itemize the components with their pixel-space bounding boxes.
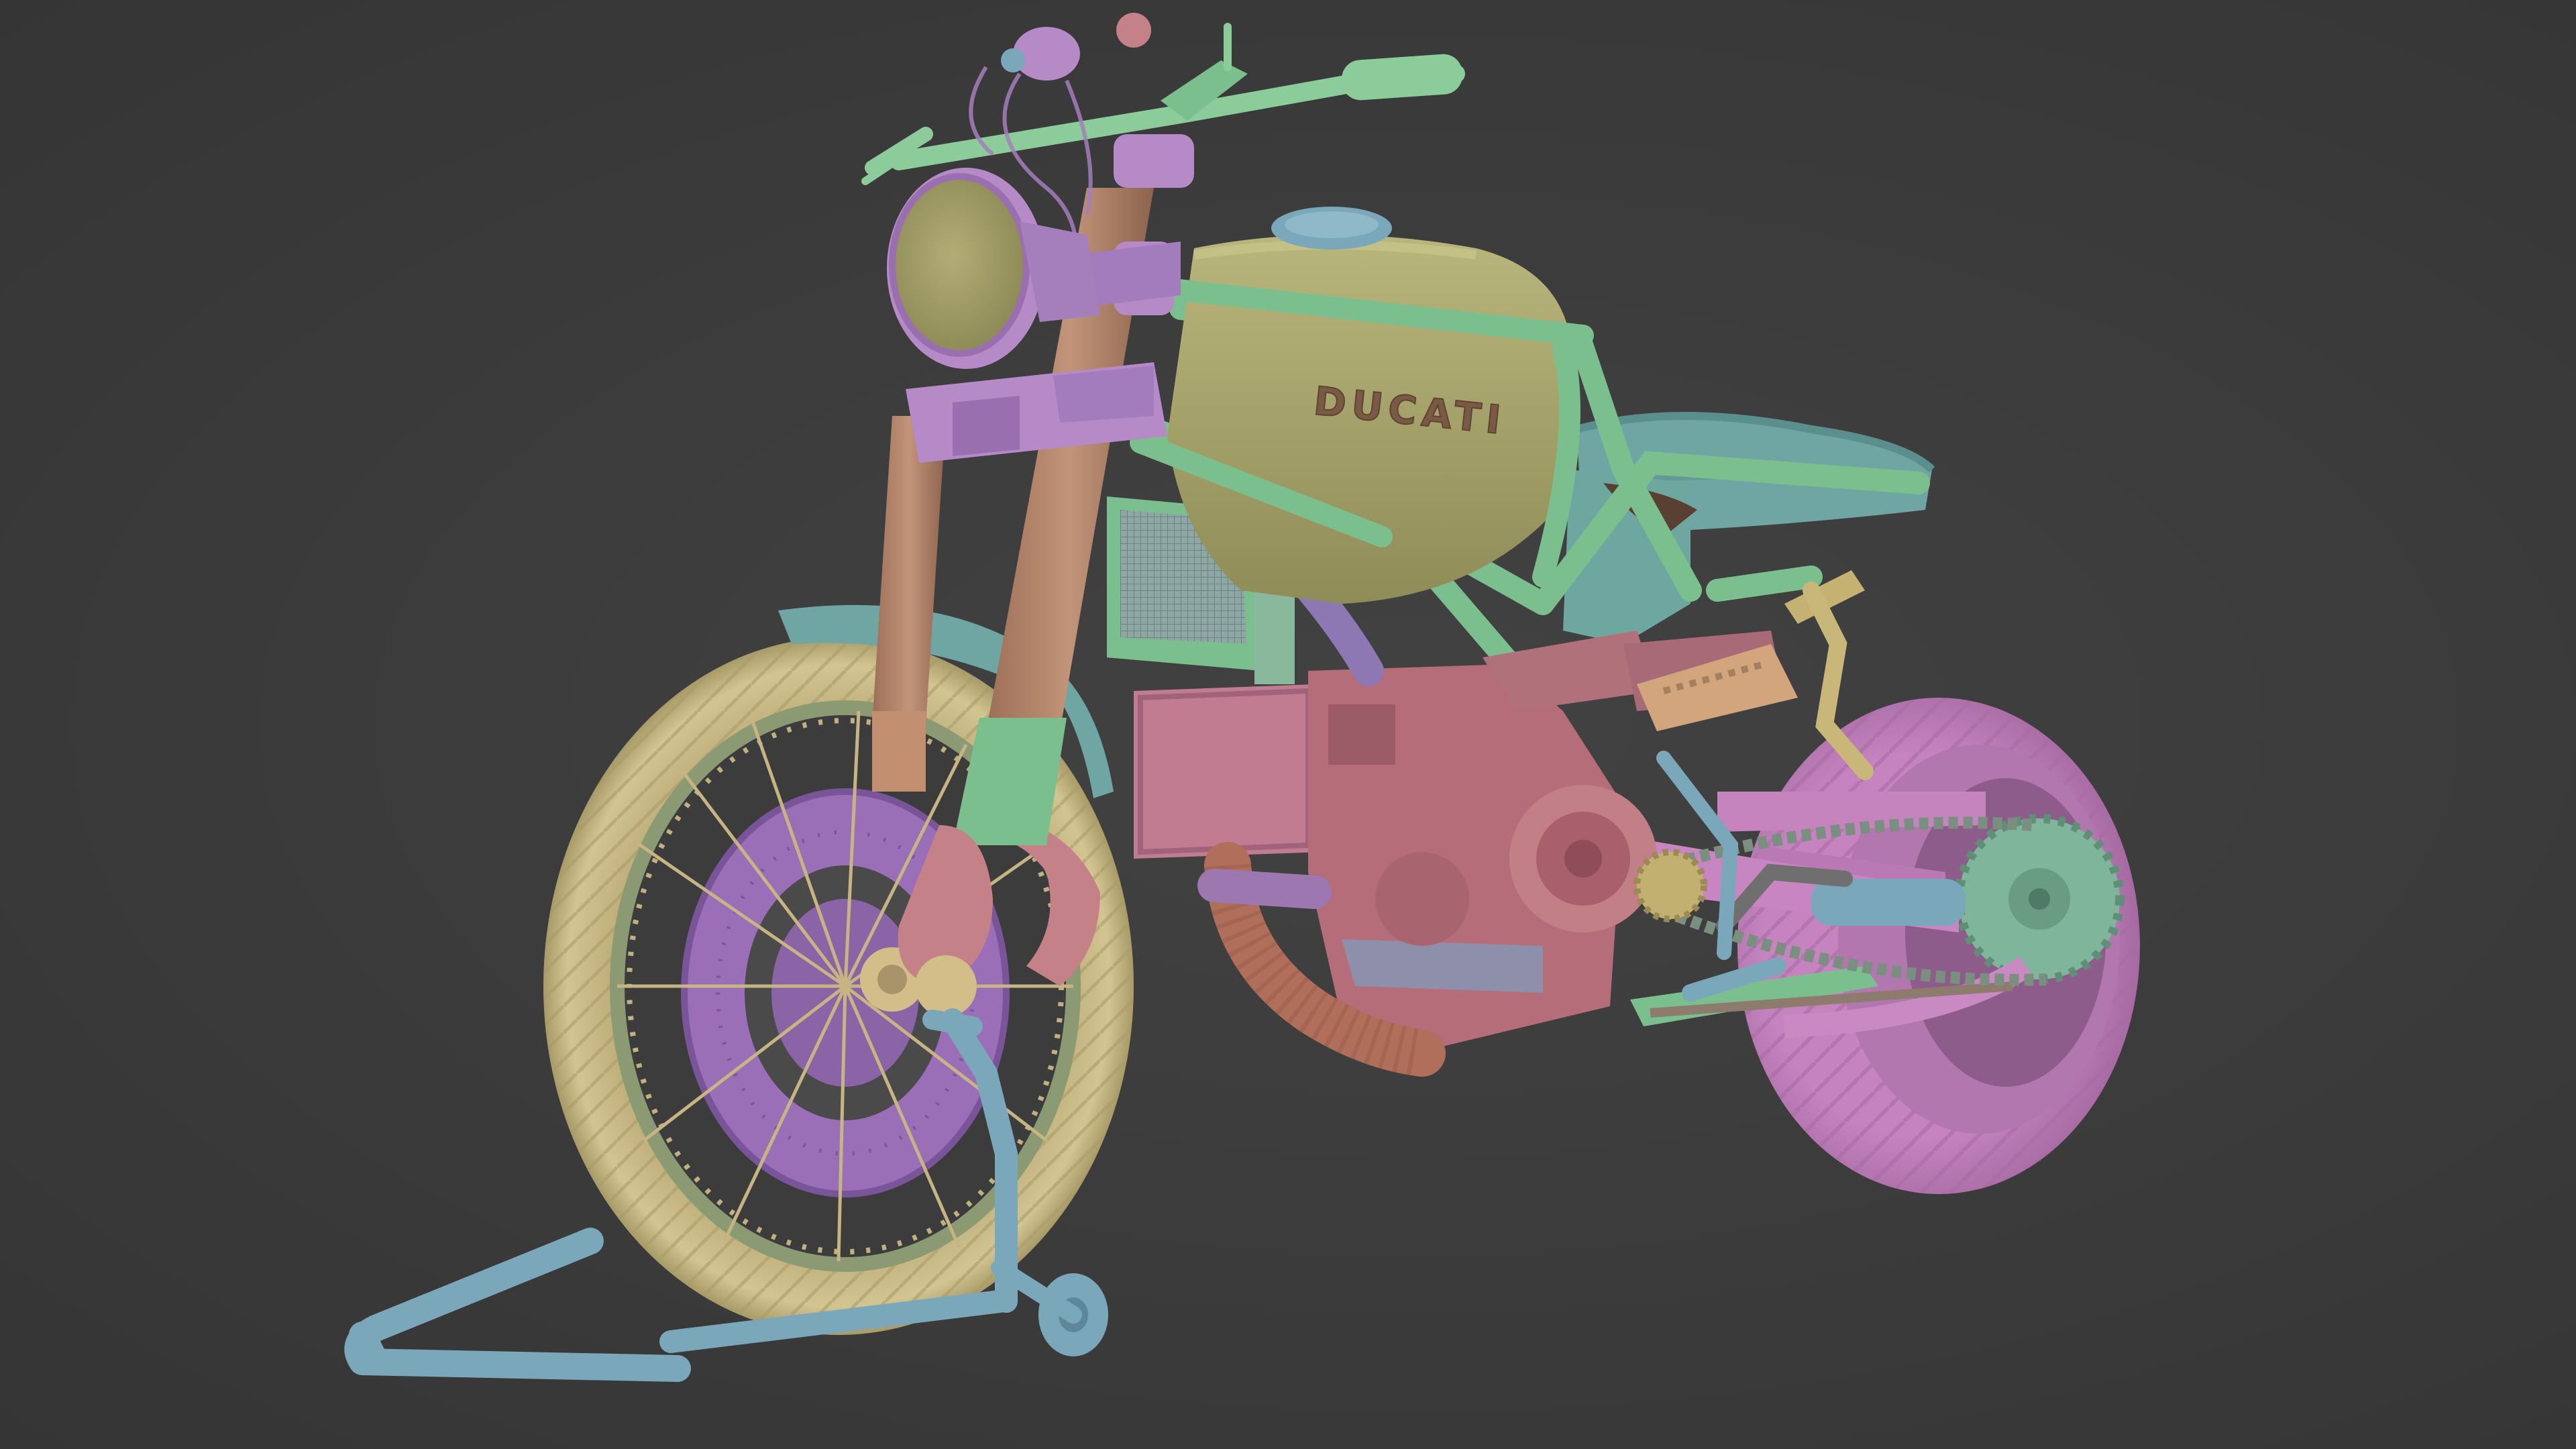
front-sprocket xyxy=(1633,849,1707,922)
motorcycle-render: DUCATI xyxy=(344,13,2140,1382)
fuel-tank: DUCATI xyxy=(1167,207,1570,604)
rear-wheel xyxy=(1737,698,2140,1194)
3d-viewport[interactable]: DUCATI xyxy=(0,0,2576,1449)
rear-sprocket xyxy=(1954,814,2125,984)
